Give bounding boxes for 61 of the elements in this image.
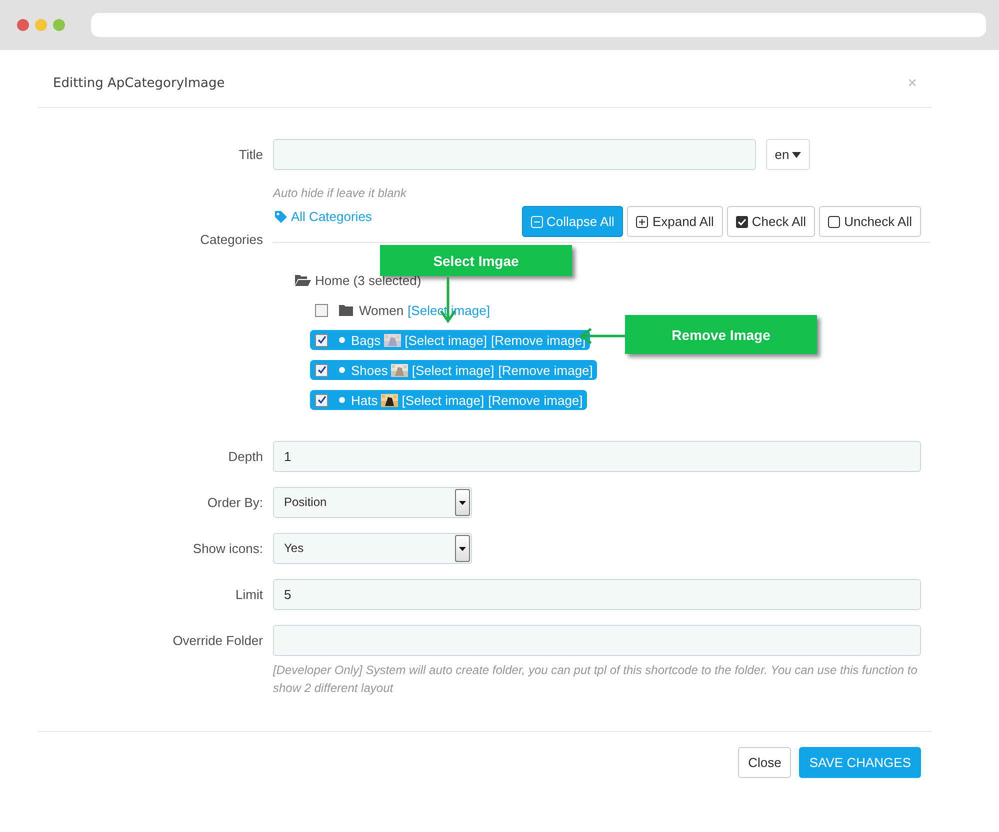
image-link[interactable]: [Remove image] <box>488 392 583 408</box>
checkbox[interactable] <box>315 304 328 316</box>
field-label: Title <box>238 146 263 164</box>
tree-button[interactable]: Uncheck All <box>819 206 921 237</box>
category-name: Bags <box>351 332 381 348</box>
image-link[interactable]: [Select image] <box>408 302 490 318</box>
field-label: Override Folder <box>172 632 263 650</box>
callout-label: Select Imgae <box>380 245 572 276</box>
field-label: Show icons: <box>192 540 263 558</box>
all-categories-link[interactable]: All Categories <box>273 209 372 224</box>
caret-icon <box>792 152 802 158</box>
tree-button[interactable]: Check All <box>726 206 816 237</box>
checkbox[interactable] <box>315 394 328 406</box>
tag-icon <box>275 210 287 222</box>
folder-icon <box>339 304 353 316</box>
help-text: Auto hide if leave it blank <box>273 186 408 200</box>
select-field[interactable]: Yes <box>273 533 472 564</box>
field-label: Categories <box>199 231 263 249</box>
save-button[interactable]: SAVE CHANGES <box>799 747 921 778</box>
image-link[interactable]: [Remove image] <box>498 362 593 378</box>
image-link[interactable]: [Remove image] <box>491 332 586 348</box>
plus-square-icon <box>636 216 648 228</box>
maximize-window-icon[interactable] <box>53 19 65 31</box>
image-link[interactable]: [Select image] <box>402 392 484 408</box>
dialog-title: Editting ApCategoryImage <box>53 76 225 91</box>
text-field[interactable] <box>273 625 921 656</box>
checked-box-icon <box>736 216 748 228</box>
empty-box-icon <box>828 216 840 228</box>
callout-label: Remove Image <box>625 315 817 354</box>
language-dropdown[interactable]: en <box>766 139 810 170</box>
text-field[interactable]: 1 <box>273 441 921 472</box>
close-dialog-button[interactable]: Close <box>738 747 792 778</box>
image-link[interactable]: [Select image] <box>412 362 494 378</box>
tree-item[interactable]: Hats [Select image] [Remove image] <box>310 390 587 410</box>
checkbox[interactable] <box>315 364 328 376</box>
bullet-icon <box>339 367 345 373</box>
tree-button[interactable]: Expand All <box>627 206 723 237</box>
tree-item[interactable]: Shoes [Select image] [Remove image] <box>310 360 597 380</box>
close-button[interactable]: × <box>908 74 917 92</box>
bullet-icon <box>339 337 345 343</box>
select-field[interactable]: Position <box>273 487 472 518</box>
open-folder-icon <box>295 274 311 286</box>
close-window-icon[interactable] <box>17 19 29 31</box>
caret-icon <box>459 546 466 550</box>
field-label: Depth <box>227 448 263 466</box>
caret-icon <box>459 500 466 504</box>
category-name: Hats <box>351 392 378 408</box>
minus-square-icon <box>530 216 542 228</box>
checkbox[interactable] <box>315 334 328 346</box>
title-field[interactable] <box>273 139 756 170</box>
text-field[interactable]: 5 <box>273 579 921 610</box>
category-name: Women <box>359 302 404 318</box>
tree-item[interactable]: Bags [Select image] [Remove image] <box>310 330 590 350</box>
tree-button[interactable]: Collapse All <box>522 206 624 237</box>
image-link[interactable]: [Select image] <box>404 332 488 348</box>
tree-item[interactable]: Women [Select image] <box>310 300 494 320</box>
bullet-icon <box>339 397 345 403</box>
field-label: Order By: <box>206 494 263 512</box>
field-label: Limit <box>234 586 263 604</box>
help-text: [Developer Only] System will auto create folder, you can put tpl of this shortcode to the folder. You can use this function to show 2 different layout <box>273 662 918 697</box>
category-name: Shoes <box>351 362 388 378</box>
